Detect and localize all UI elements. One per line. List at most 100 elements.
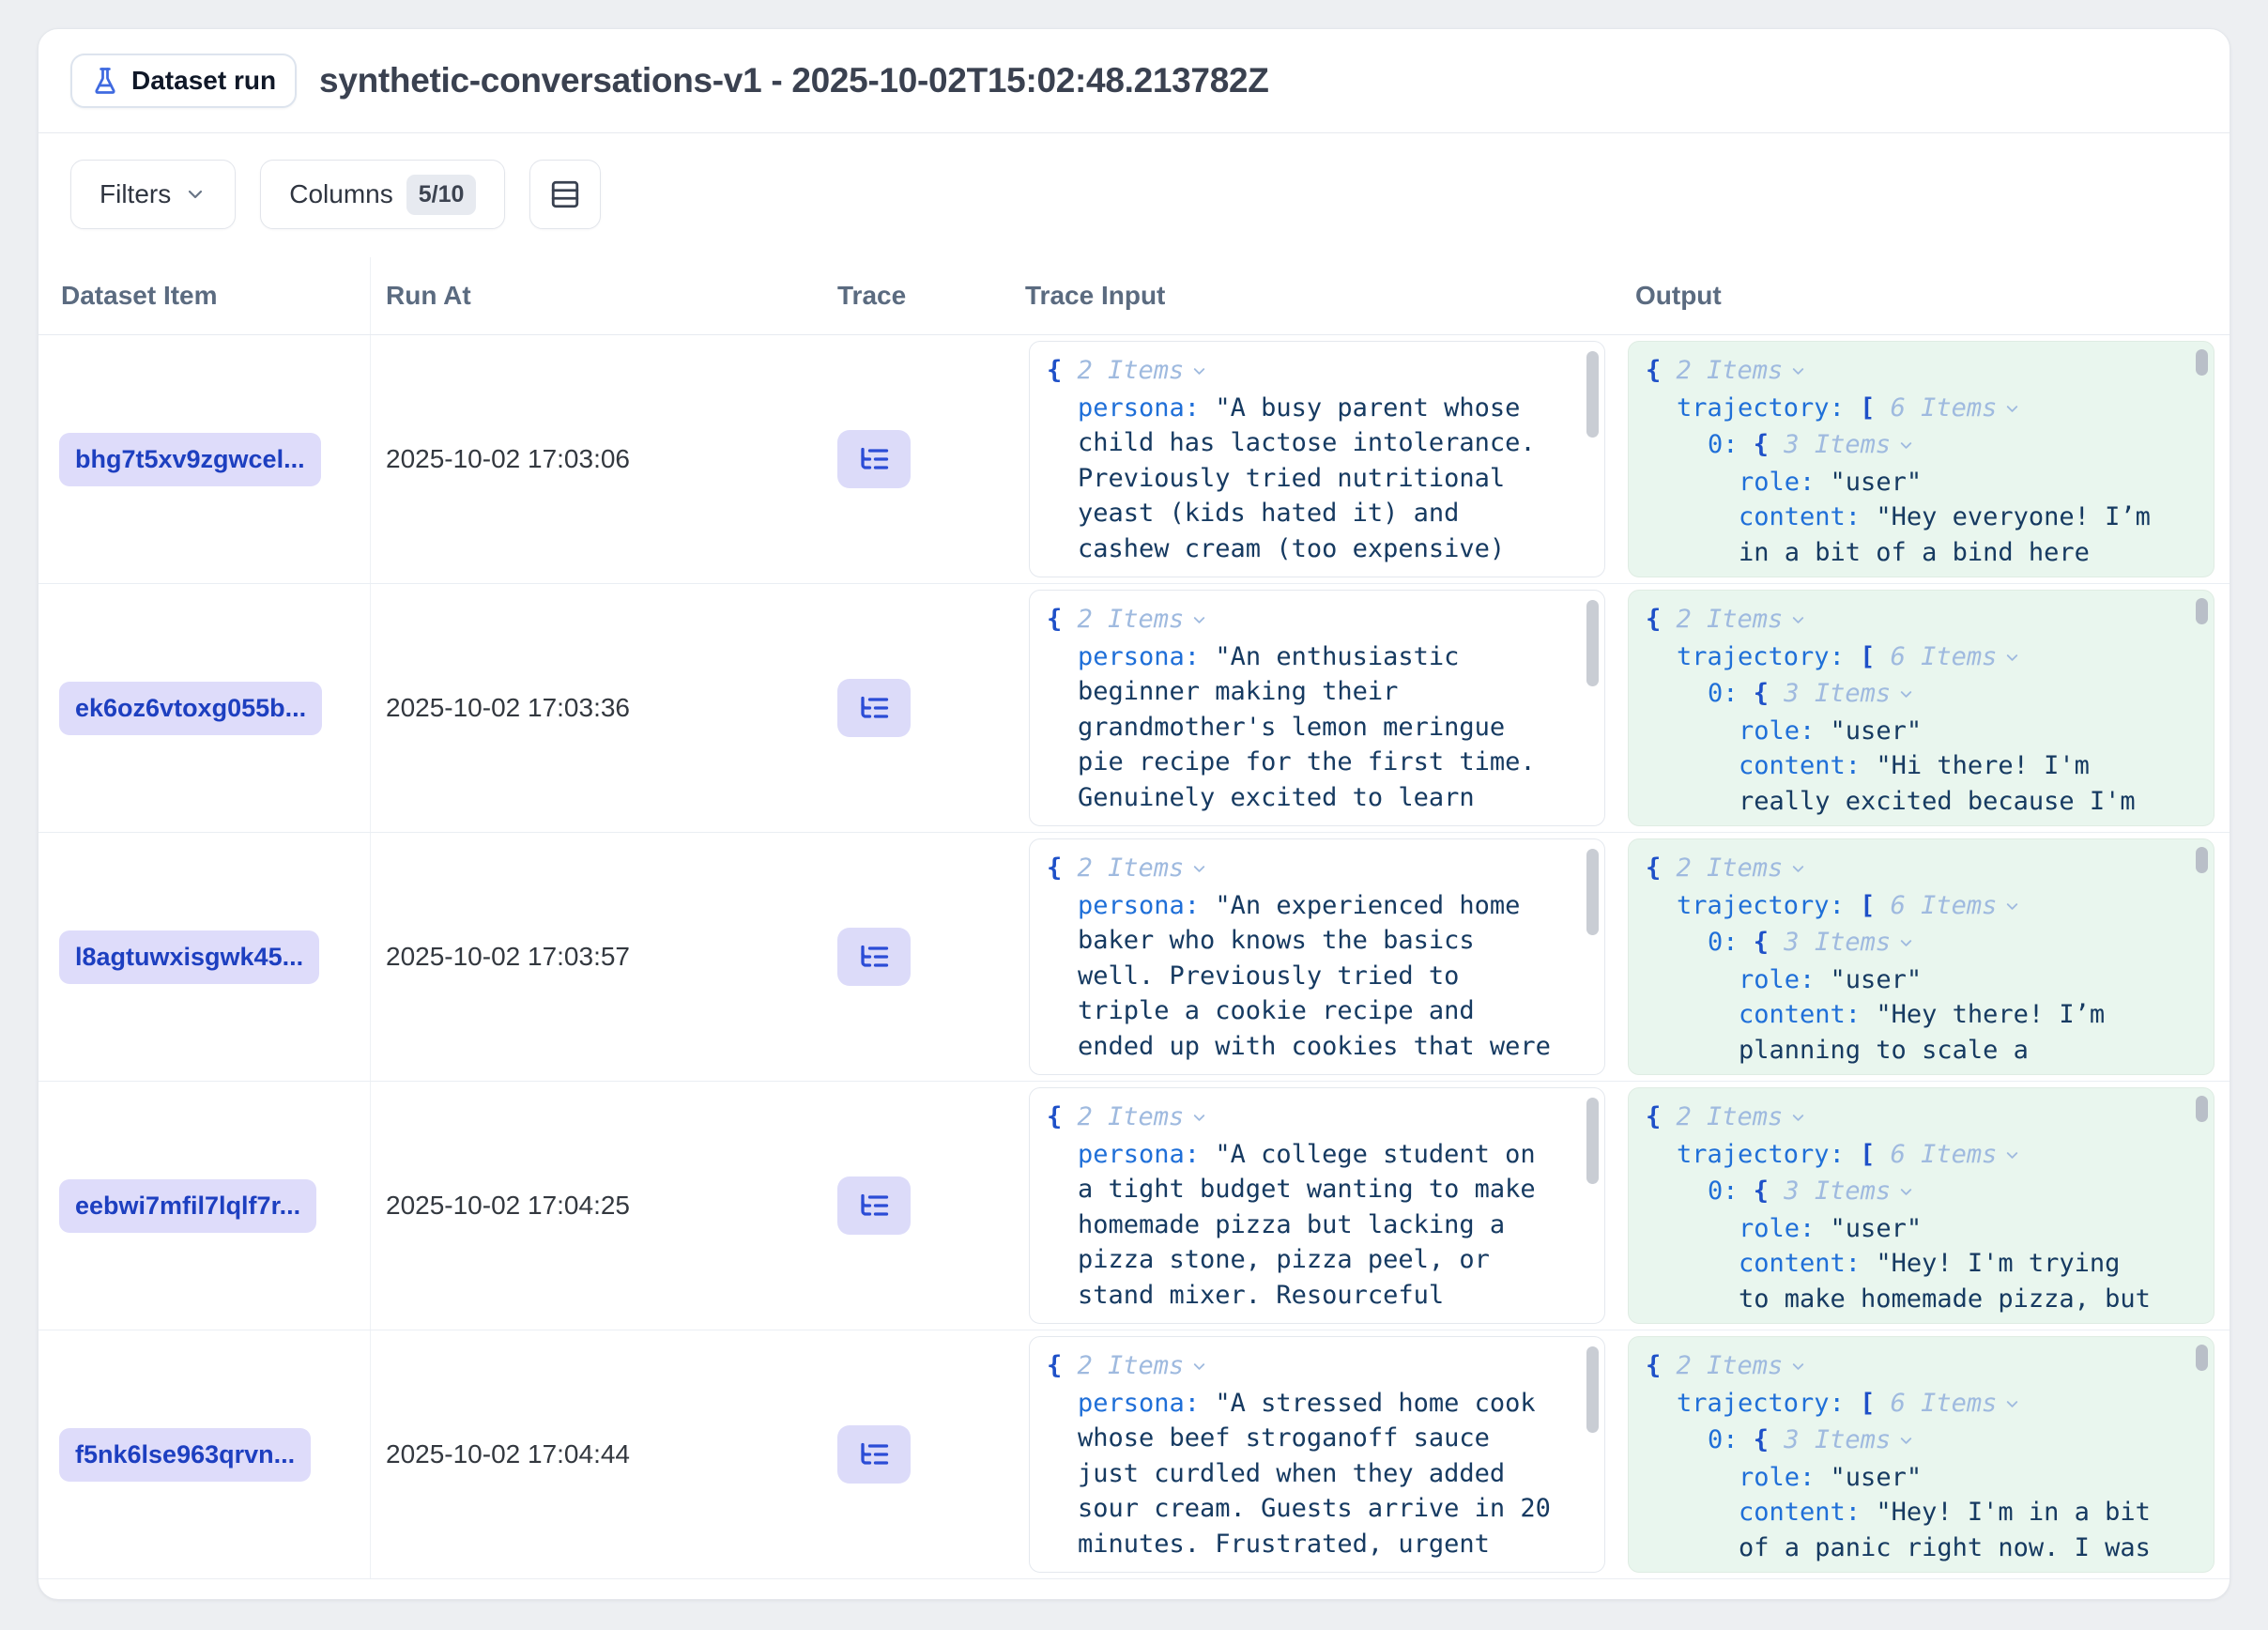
row-height-button[interactable]	[529, 160, 601, 229]
trace-input-cell: { 2 Itemspersona: "A college student ona…	[1010, 1082, 1620, 1330]
list-tree-icon	[857, 1438, 891, 1471]
dataset-item-badge[interactable]: f5nk6lse963qrvn...	[59, 1428, 311, 1482]
json-line: persona: "A stressed home cook	[1047, 1386, 1587, 1422]
trace-open-button[interactable]	[837, 1176, 911, 1235]
json-token: 3 Items	[1769, 1176, 1891, 1206]
json-token: beginner making their	[1078, 677, 1398, 706]
chevron-down-icon[interactable]	[1789, 1101, 1807, 1137]
scrollbar-thumb[interactable]	[1586, 351, 1599, 438]
dataset-item-badge[interactable]: eebwi7mfil7lqlf7r...	[59, 1179, 316, 1233]
json-token: :	[1846, 1498, 1877, 1527]
json-token: role	[1739, 716, 1800, 746]
json-line: beginner making their	[1047, 674, 1587, 710]
json-line: content: "Hey everyone! I’m	[1646, 500, 2197, 535]
trace-open-button[interactable]	[837, 1425, 911, 1484]
output-json-viewer[interactable]: { 2 Itemstrajectory: [ 6 Items0: { 3 Ite…	[1628, 838, 2214, 1075]
column-header-run-at: Run At	[371, 281, 822, 311]
chevron-down-icon[interactable]	[1190, 1350, 1208, 1386]
dataset-item-badge[interactable]: bhg7t5xv9zgwcel...	[59, 433, 321, 486]
json-token: :	[1723, 1425, 1754, 1454]
chevron-down-icon[interactable]	[2003, 641, 2021, 677]
json-line: of a panic right now. I was	[1646, 1530, 2197, 1566]
json-line: trajectory: [ 6 Items	[1646, 888, 2197, 926]
filters-button[interactable]: Filters	[70, 160, 236, 229]
json-token: :	[1800, 468, 1831, 497]
run-at-cell: 2025-10-02 17:03:06	[371, 335, 822, 583]
json-token: trajectory	[1677, 891, 1830, 920]
chevron-down-icon[interactable]	[1897, 678, 1915, 714]
json-line: role: "user"	[1646, 465, 2197, 500]
json-line: { 2 Items	[1047, 851, 1587, 888]
trace-input-cell: { 2 Itemspersona: "An experienced homeba…	[1010, 833, 1620, 1081]
chevron-down-icon[interactable]	[1897, 429, 1915, 465]
json-token: in a bit of a bind here	[1739, 538, 2090, 567]
json-token: trajectory	[1677, 393, 1830, 423]
trace-input-json-viewer[interactable]: { 2 Itemspersona: "An enthusiasticbeginn…	[1029, 590, 1605, 826]
dataset-item-badge[interactable]: l8agtuwxisgwk45...	[59, 930, 319, 984]
scrollbar-thumb[interactable]	[1586, 1346, 1599, 1433]
trace-input-json-viewer[interactable]: { 2 Itemspersona: "A busy parent whosech…	[1029, 341, 1605, 577]
json-content: { 2 Itemspersona: "A college student ona…	[1047, 1099, 1587, 1313]
dataset-run-badge-label: Dataset run	[131, 66, 276, 96]
run-at-cell: 2025-10-02 17:04:44	[371, 1330, 822, 1578]
scrollbar-thumb[interactable]	[2196, 1096, 2208, 1122]
json-token: yeast (kids hated it) and	[1078, 499, 1459, 528]
chevron-down-icon[interactable]	[2003, 1139, 2021, 1175]
json-token: whose beef stroganoff sauce	[1078, 1423, 1490, 1453]
trace-open-button[interactable]	[837, 430, 911, 488]
json-token: 3 Items	[1769, 679, 1891, 708]
column-header-dataset-item: Dataset Item	[38, 257, 371, 334]
trace-input-json-viewer[interactable]: { 2 Itemspersona: "An experienced homeba…	[1029, 838, 1605, 1075]
toolbar: Filters Columns 5/10	[38, 133, 2230, 257]
trace-input-json-viewer[interactable]: { 2 Itemspersona: "A college student ona…	[1029, 1087, 1605, 1324]
scrollbar-thumb[interactable]	[2196, 847, 2208, 873]
output-json-viewer[interactable]: { 2 Itemstrajectory: [ 6 Items0: { 3 Ite…	[1628, 590, 2214, 826]
dataset-item-cell: f5nk6lse963qrvn...	[38, 1330, 371, 1578]
json-line: Genuinely excited to learn	[1047, 780, 1587, 816]
json-content: { 2 Itemspersona: "A stressed home cookw…	[1047, 1348, 1587, 1561]
chevron-down-icon[interactable]	[1897, 927, 1915, 962]
json-line: trajectory: [ 6 Items	[1646, 639, 2197, 677]
chevron-down-icon[interactable]	[1190, 355, 1208, 391]
output-json-viewer[interactable]: { 2 Itemstrajectory: [ 6 Items0: { 3 Ite…	[1628, 1336, 2214, 1573]
trace-open-button[interactable]	[837, 679, 911, 737]
json-token: "An enthusiastic	[1215, 642, 1459, 671]
json-line: well. Previously tried to	[1047, 959, 1587, 994]
chevron-down-icon[interactable]	[2003, 1388, 2021, 1423]
json-token: [	[1860, 1140, 1875, 1169]
scrollbar-thumb[interactable]	[1586, 1098, 1599, 1184]
scrollbar-thumb[interactable]	[2196, 598, 2208, 624]
json-line: { 2 Items	[1047, 353, 1587, 391]
columns-button[interactable]: Columns 5/10	[260, 160, 505, 229]
scrollbar-thumb[interactable]	[1586, 600, 1599, 686]
output-json-viewer[interactable]: { 2 Itemstrajectory: [ 6 Items0: { 3 Ite…	[1628, 341, 2214, 577]
trace-open-button[interactable]	[837, 928, 911, 986]
json-token: "user"	[1831, 716, 1923, 746]
chevron-down-icon[interactable]	[1789, 604, 1807, 639]
scrollbar-thumb[interactable]	[1586, 849, 1599, 935]
json-line: persona: "An experienced home	[1047, 888, 1587, 924]
json-line: { 2 Items	[1646, 353, 2197, 391]
chevron-down-icon[interactable]	[1789, 853, 1807, 888]
json-line: 0: { 3 Items	[1646, 1422, 2197, 1460]
dataset-item-badge[interactable]: ek6oz6vtoxg055b...	[59, 682, 322, 735]
chevron-down-icon[interactable]	[1897, 1176, 1915, 1211]
trace-input-json-viewer[interactable]: { 2 Itemspersona: "A stressed home cookw…	[1029, 1336, 1605, 1573]
scrollbar-thumb[interactable]	[2196, 349, 2208, 376]
chevron-down-icon[interactable]	[1897, 1424, 1915, 1460]
json-token: {	[1754, 1425, 1769, 1454]
chevron-down-icon[interactable]	[1789, 355, 1807, 391]
chevron-down-icon[interactable]	[2003, 890, 2021, 926]
json-token: "Hey! I'm in a bit	[1876, 1498, 2151, 1527]
chevron-down-icon[interactable]	[1190, 604, 1208, 639]
chevron-down-icon[interactable]	[1190, 1101, 1208, 1137]
json-token: 2 Items	[1661, 853, 1783, 883]
output-json-viewer[interactable]: { 2 Itemstrajectory: [ 6 Items0: { 3 Ite…	[1628, 1087, 2214, 1324]
scrollbar-thumb[interactable]	[2196, 1345, 2208, 1371]
dataset-item-cell: l8agtuwxisgwk45...	[38, 833, 371, 1081]
chevron-down-icon[interactable]	[1190, 853, 1208, 888]
chevron-down-icon[interactable]	[2003, 392, 2021, 428]
chevron-down-icon[interactable]	[1789, 1350, 1807, 1386]
json-token: 0	[1708, 1425, 1723, 1454]
json-line: stand mixer. Resourceful	[1047, 1278, 1587, 1314]
